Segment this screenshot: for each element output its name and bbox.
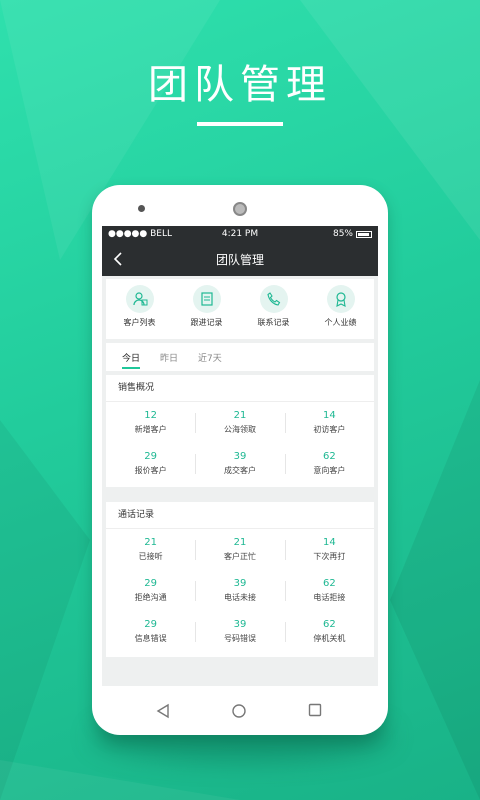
quick-item-contact-record[interactable]: 联系记录 <box>240 279 307 339</box>
award-icon <box>326 285 355 313</box>
stat-label: 公海领取 <box>223 425 256 434</box>
stat-value: 14 <box>322 410 336 421</box>
stat-value: 21 <box>233 537 247 548</box>
stat-cell[interactable]: 62 电话拒接 <box>284 570 374 611</box>
stat-label: 客户正忙 <box>223 552 256 561</box>
stat-cell[interactable]: 14 初访客户 <box>284 402 374 443</box>
phone-screen: ●●●●● BELL 4:21 PM 85% 团队管理 客户列表 跟进记录 联系… <box>102 226 378 686</box>
back-triangle-icon[interactable] <box>156 703 170 719</box>
quick-item-label: 跟进记录 <box>190 318 223 327</box>
stat-value: 14 <box>322 537 336 548</box>
android-softkeys <box>92 693 388 729</box>
stat-cell[interactable]: 39 成交客户 <box>195 443 284 484</box>
stat-label: 报价客户 <box>134 466 167 475</box>
call-records-card: 通话记录 21 已接听 21 客户正忙 14 下次再打 29 拒绝沟通 39 电话未接 6… <box>106 502 374 657</box>
stat-value: 29 <box>144 619 158 630</box>
status-bar: ●●●●● BELL 4:21 PM 85% <box>102 226 378 242</box>
stat-label: 电话未接 <box>223 593 256 602</box>
stat-cell[interactable]: 21 客户正忙 <box>195 529 284 570</box>
battery-indicator: 85% <box>333 229 372 239</box>
stat-cell[interactable]: 21 公海领取 <box>195 402 284 443</box>
active-tab-indicator <box>122 367 140 369</box>
hero-underline <box>197 122 283 126</box>
stat-cell[interactable]: 29 报价客户 <box>106 443 195 484</box>
hero-title: 团队管理 <box>148 62 332 108</box>
stat-value: 62 <box>322 578 336 589</box>
tab-today[interactable]: 今日 <box>122 351 140 364</box>
stat-value: 62 <box>322 451 336 462</box>
section-title: 通话记录 <box>106 502 374 529</box>
stat-cell[interactable]: 21 已接听 <box>106 529 195 570</box>
quick-actions: 客户列表 跟进记录 联系记录 个人业绩 <box>106 279 374 339</box>
stat-label: 新增客户 <box>134 425 167 434</box>
stat-label: 成交客户 <box>223 466 256 475</box>
date-tabs: 今日 昨日 近7天 <box>106 343 374 371</box>
stat-cell[interactable]: 62 意向客户 <box>284 443 374 484</box>
tab-last-7-days[interactable]: 近7天 <box>198 351 222 364</box>
battery-icon <box>356 230 372 238</box>
stat-value: 39 <box>233 619 247 630</box>
camera-dot <box>138 205 145 212</box>
stat-value: 21 <box>144 537 158 548</box>
stat-cell[interactable]: 39 电话未接 <box>195 570 284 611</box>
stat-cell[interactable]: 39 号码错误 <box>195 611 284 652</box>
speaker-icon <box>233 202 247 216</box>
quick-item-label: 个人业绩 <box>324 318 357 327</box>
stat-value: 39 <box>233 451 247 462</box>
stat-value: 29 <box>144 451 158 462</box>
stat-label: 初访客户 <box>313 425 346 434</box>
stat-label: 号码错误 <box>223 634 256 643</box>
follow-record-icon <box>192 285 221 313</box>
tab-yesterday[interactable]: 昨日 <box>160 351 178 364</box>
stat-label: 下次再打 <box>313 552 346 561</box>
stat-cell[interactable]: 29 拒绝沟通 <box>106 570 195 611</box>
stat-value: 21 <box>233 410 247 421</box>
sales-grid: 12 新增客户 21 公海领取 14 初访客户 29 报价客户 39 成交客户 62 意向客… <box>106 402 374 484</box>
quick-item-customer-list[interactable]: 客户列表 <box>106 279 173 339</box>
stat-value: 12 <box>144 410 158 421</box>
content-area: 客户列表 跟进记录 联系记录 个人业绩 今日 昨日 近7天 销售概况 12 新增… <box>102 276 378 686</box>
quick-item-label: 联系记录 <box>257 318 290 327</box>
nav-bar: 团队管理 <box>102 242 378 276</box>
stat-value: 29 <box>144 578 158 589</box>
stat-label: 电话拒接 <box>313 593 346 602</box>
stat-label: 已接听 <box>138 552 163 561</box>
recents-square-icon[interactable] <box>308 703 322 717</box>
home-circle-icon[interactable] <box>231 703 247 719</box>
section-title: 销售概况 <box>106 375 374 402</box>
customer-list-icon <box>125 285 154 313</box>
stat-label: 停机关机 <box>313 634 346 643</box>
stat-label: 信息错误 <box>134 634 167 643</box>
calls-grid: 21 已接听 21 客户正忙 14 下次再打 29 拒绝沟通 39 电话未接 62 电话拒接… <box>106 529 374 652</box>
phone-frame: ●●●●● BELL 4:21 PM 85% 团队管理 客户列表 跟进记录 联系… <box>92 185 388 735</box>
quick-item-performance[interactable]: 个人业绩 <box>307 279 374 339</box>
stat-label: 意向客户 <box>313 466 346 475</box>
stat-cell[interactable]: 29 信息错误 <box>106 611 195 652</box>
stat-label: 拒绝沟通 <box>134 593 167 602</box>
stat-cell[interactable]: 62 停机关机 <box>284 611 374 652</box>
stat-value: 62 <box>322 619 336 630</box>
stat-cell[interactable]: 12 新增客户 <box>106 402 195 443</box>
nav-title: 团队管理 <box>215 253 264 267</box>
quick-item-follow-record[interactable]: 跟进记录 <box>173 279 240 339</box>
battery-percent: 85% <box>332 229 353 239</box>
sales-overview-card: 销售概况 12 新增客户 21 公海领取 14 初访客户 29 报价客户 39 成交客户 … <box>106 375 374 487</box>
stat-value: 39 <box>233 578 247 589</box>
stat-cell[interactable]: 14 下次再打 <box>284 529 374 570</box>
quick-item-label: 客户列表 <box>123 318 156 327</box>
phone-icon <box>259 285 288 313</box>
